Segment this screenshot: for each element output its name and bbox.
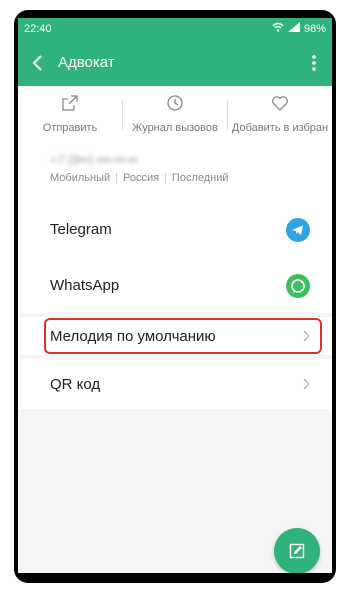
- status-bar: 22:40 98%: [18, 18, 332, 40]
- telegram-label: Telegram: [50, 221, 112, 238]
- highlight-box: [44, 318, 322, 354]
- share-button[interactable]: Отправить: [18, 86, 122, 142]
- share-icon: [61, 94, 79, 112]
- phone-number-entry[interactable]: +7 (9••) •••-••-•• Мобильный | Россия | Посл…: [18, 142, 332, 202]
- qr-code-label: QR код: [50, 376, 101, 393]
- telegram-row[interactable]: Telegram: [18, 202, 332, 257]
- qr-code-row[interactable]: QR код: [18, 359, 332, 409]
- phone-type: Мобильный: [50, 172, 111, 184]
- phone-meta: Мобильный | Россия | Последний: [50, 172, 229, 184]
- signal-icon: [287, 22, 300, 35]
- action-bar: Отправить Журнал вызовов Добавить в избр…: [18, 86, 332, 142]
- more-options-icon[interactable]: [304, 50, 324, 76]
- whatsapp-label: WhatsApp: [50, 277, 120, 294]
- wifi-icon: [272, 22, 284, 35]
- telegram-icon: [286, 218, 310, 242]
- phone-last-used: Последний: [171, 172, 229, 184]
- heart-icon: [271, 94, 289, 112]
- battery-text: 98%: [303, 22, 326, 35]
- screen: 22:40 98% Адвокат Отправить Журнал вызов…: [18, 18, 332, 573]
- chevron-right-icon: [302, 377, 312, 391]
- edit-contact-button[interactable]: [274, 528, 320, 573]
- add-favorite-button[interactable]: Добавить в избран: [228, 86, 332, 142]
- back-arrow-icon[interactable]: [26, 50, 52, 76]
- whatsapp-icon: [286, 274, 310, 298]
- clock-icon: [166, 94, 184, 112]
- whatsapp-row[interactable]: WhatsApp: [18, 257, 332, 313]
- share-label: Отправить: [42, 122, 98, 134]
- edit-icon: [289, 543, 305, 564]
- status-time: 22:40: [24, 23, 52, 35]
- phone-number: +7 (9••) •••-••-••: [50, 152, 138, 167]
- call-log-label: Журнал вызовов: [132, 122, 218, 134]
- contact-title: Адвокат: [58, 54, 115, 71]
- call-log-button[interactable]: Журнал вызовов: [123, 86, 227, 142]
- app-bar: Адвокат: [18, 40, 332, 86]
- add-favorite-label: Добавить в избран: [231, 122, 329, 134]
- phone-region: Россия: [122, 172, 160, 184]
